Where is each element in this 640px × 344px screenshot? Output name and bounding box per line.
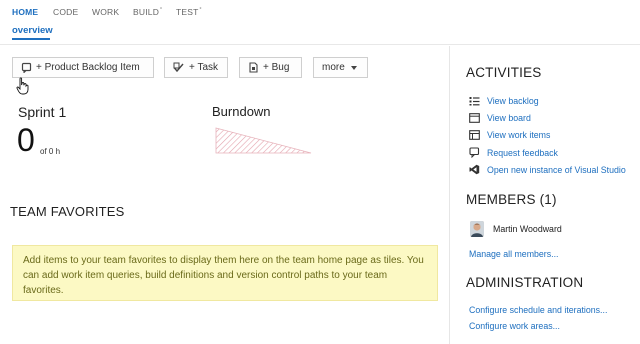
nav-tab-build[interactable]: BUILD° [133,7,162,17]
configure-schedule-link[interactable]: Configure schedule and iterations... [469,305,607,315]
nav-tab-home[interactable]: HOME [12,7,38,17]
manage-all-members-link[interactable]: Manage all members... [469,249,558,259]
tab-overview[interactable]: overview [12,25,53,36]
add-bug-button[interactable]: + Bug [239,57,302,78]
view-backlog-label: View backlog [487,96,539,106]
view-work-items-link[interactable]: View work items [469,130,550,140]
view-board-link[interactable]: View board [469,113,531,123]
request-feedback-link[interactable]: Request feedback [469,147,558,158]
open-visual-studio-link[interactable]: Open new instance of Visual Studio [469,164,626,175]
nav-tab-label: BUILD [133,7,160,17]
member-name: Martin Woodward [493,224,562,234]
nav-tab-work[interactable]: WORK [92,7,119,17]
burndown-title[interactable]: Burndown [212,104,271,119]
nav-tab-suffix: ° [160,7,163,14]
sprint-title[interactable]: Sprint 1 [18,104,66,120]
feedback-icon [469,147,480,158]
activities-title: ACTIVITIES [466,65,542,80]
team-favorites-title: TEAM FAVORITES [10,204,125,219]
header-divider [0,44,640,45]
configure-work-areas-link[interactable]: Configure work areas... [469,321,560,331]
burndown-chart[interactable] [215,127,313,155]
add-bug-label: + Bug [263,62,290,73]
nav-tab-test[interactable]: TEST° [176,7,202,17]
request-feedback-label: Request feedback [487,147,558,158]
administration-title: ADMINISTRATION [466,275,584,290]
team-favorites-message: Add items to your team favorites to disp… [12,245,438,301]
hand-cursor-icon [16,77,29,95]
board-icon [469,113,480,123]
backlog-item-icon [21,62,32,73]
member-item[interactable]: Martin Woodward [470,221,562,237]
view-backlog-link[interactable]: View backlog [469,96,539,106]
add-product-backlog-item-button[interactable]: + Product Backlog Item [12,57,154,78]
more-label: more [322,62,345,73]
nav-tab-code[interactable]: CODE [53,7,78,17]
nav-tab-suffix: ° [199,7,202,14]
add-product-backlog-item-label: + Product Backlog Item [36,62,140,73]
sprint-remaining-work: 0 [17,122,35,158]
nav-tab-label: HOME [12,7,39,17]
avatar [470,221,484,237]
sidebar-divider [449,46,450,344]
active-tab-underline [12,38,50,40]
more-dropdown-button[interactable]: more [313,57,368,78]
tab-overview-label: overview [12,25,53,36]
visual-studio-icon [469,164,480,175]
nav-tab-label: CODE [53,7,79,17]
add-task-label: + Task [189,62,218,73]
bug-icon [249,62,258,73]
chevron-down-icon [350,65,357,70]
work-items-icon [469,130,480,140]
add-task-button[interactable]: + Task [164,57,228,78]
open-visual-studio-label: Open new instance of Visual Studio [487,164,626,175]
backlog-icon [469,97,480,106]
sprint-capacity-text: of 0 h [40,147,61,156]
burndown-area [215,127,312,154]
members-title: MEMBERS (1) [466,192,557,207]
top-navigation: HOME CODE WORK BUILD° TEST° [0,0,640,22]
view-board-label: View board [487,113,531,123]
nav-tab-label: TEST [176,7,199,17]
task-icon [173,62,184,73]
nav-tab-label: WORK [92,7,120,17]
view-work-items-label: View work items [487,130,551,140]
